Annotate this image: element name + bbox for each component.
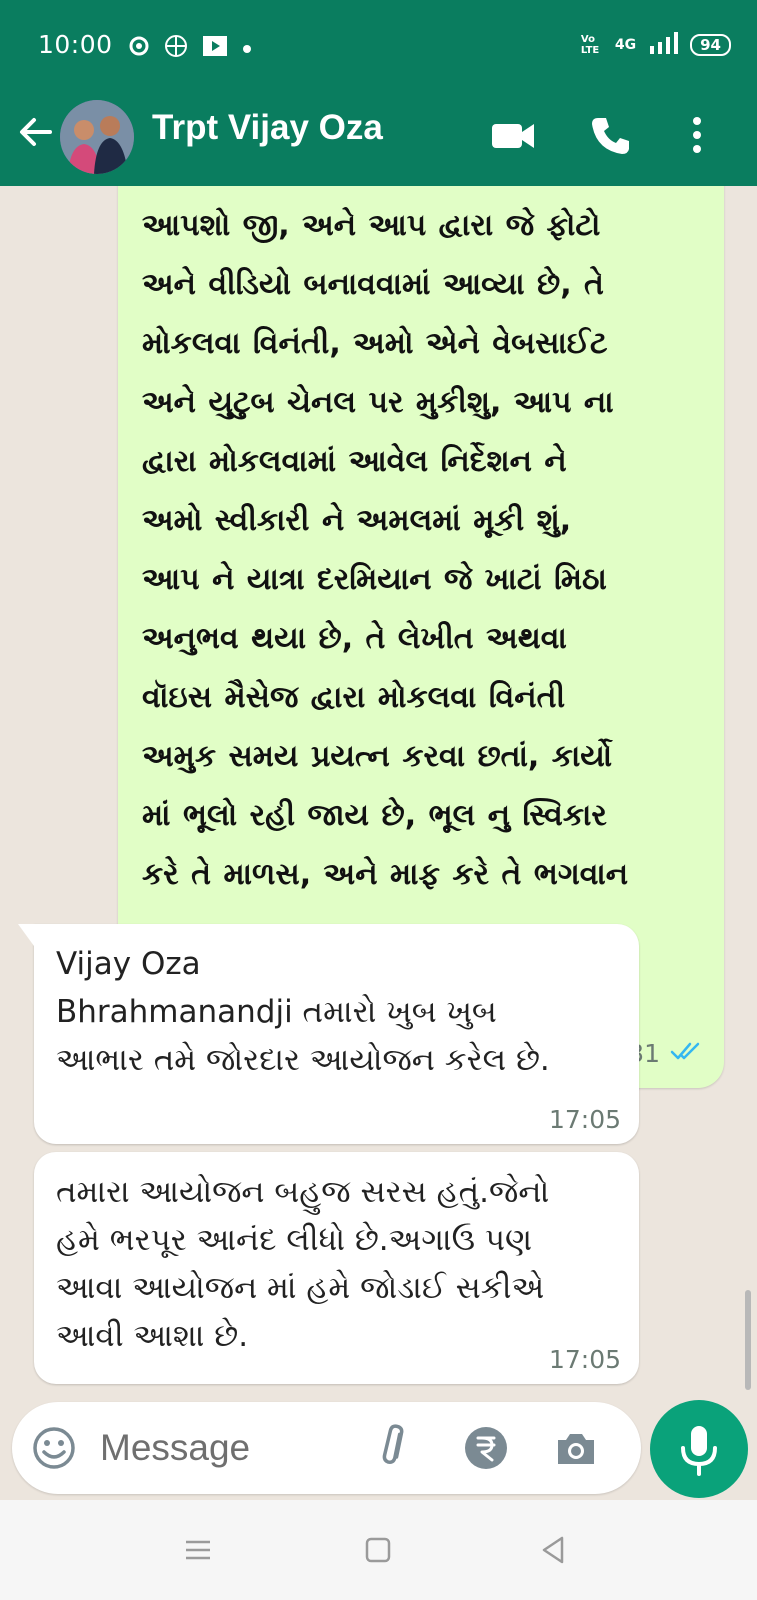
microphone-icon <box>681 1426 717 1476</box>
home-icon[interactable] <box>358 1530 398 1570</box>
more-notifications-dot-icon <box>242 39 252 58</box>
message-composer <box>12 1402 641 1494</box>
back-arrow-icon[interactable] <box>16 112 56 152</box>
message-line: આવા આયોજન માં હમે જોડાઈ સકીએ <box>56 1270 545 1306</box>
message-text: તમારા આયોજન બહુજ સરસ હતું.જેનો હમે ભરપૂર… <box>56 1168 626 1360</box>
signal-icon <box>648 32 679 58</box>
rupee-payment-icon[interactable] <box>462 1424 510 1472</box>
message-line: દ્વારા મોકલવામાં આવેલ નિર્દેશન ને <box>142 444 567 479</box>
message-line: આભાર તમે જોરદાર આયોજન કરેલ છે. <box>56 1042 550 1078</box>
back-triangle-icon[interactable] <box>534 1530 574 1570</box>
status-bar: 10:00 Vo LTE 4G 94 <box>0 0 757 88</box>
video-call-icon[interactable] <box>488 110 538 160</box>
status-right-group: Vo LTE 4G 94 <box>581 32 731 58</box>
volte-label: Vo LTE <box>580 34 600 56</box>
message-text: Vijay Oza Bhrahmanandji તમારો ખુબ ખુબ આભ… <box>56 940 626 1084</box>
camera-icon[interactable] <box>552 1424 600 1472</box>
message-line: આપશો જી, અને આપ દ્વારા જે ફોટો <box>142 208 601 243</box>
bubble-tail <box>18 924 34 946</box>
message-line: Bhrahmanandji તમારો ખુબ ખુબ <box>56 994 497 1030</box>
message-line: માં ભૂલો રહી જાય છે, ભૂલ નુ સ્વિકાર <box>142 798 607 833</box>
message-line: અમુક સમય પ્રયત્ન કરવા છતાં, કાર્યો <box>142 739 613 774</box>
message-line: હમે ભરપૂર આનંદ લીધો છે.અગાઉ પણ <box>56 1222 533 1258</box>
message-line: આપ ને યાત્રા દરમિયાન જે ખાટાં મિઠા <box>142 562 607 597</box>
message-line: તમારા આયોજન બહુજ સરસ હતું.જેનો <box>56 1174 550 1210</box>
message-time: 17:05 <box>548 1345 621 1374</box>
message-line: અનુભવ થયા છે, તે લેખીત અથવા <box>142 621 567 656</box>
contact-name[interactable]: Trpt Vijay Oza <box>152 108 383 148</box>
message-line: અમો સ્વીકારી ને અમલમાં મૂકી શું, <box>142 503 572 538</box>
chat-header: Trpt Vijay Oza <box>0 88 757 186</box>
voice-record-button[interactable] <box>650 1400 748 1498</box>
chat-area[interactable]: આપશો જી, અને આપ દ્વારા જે ફોટો અને વીડિય… <box>0 186 757 1402</box>
status-time: 10:00 <box>38 30 113 59</box>
incoming-message[interactable]: તમારા આયોજન બહુજ સરસ હતું.જેનો હમે ભરપૂર… <box>34 1152 639 1384</box>
emoji-icon[interactable] <box>30 1424 78 1472</box>
scrollbar-thumb[interactable] <box>745 1290 751 1390</box>
message-text: આપશો જી, અને આપ દ્વારા જે ફોટો અને વીડિય… <box>142 196 717 904</box>
status-notification-icons <box>128 34 252 62</box>
battery-indicator: 94 <box>690 34 731 56</box>
attach-paperclip-icon[interactable] <box>372 1424 420 1472</box>
video-player-icon <box>202 34 228 62</box>
read-ticks-icon <box>670 1039 704 1068</box>
network-type-label: 4G <box>614 37 637 53</box>
system-navigation-bar <box>0 1500 757 1600</box>
message-line: Vijay Oza <box>56 946 201 982</box>
more-options-icon[interactable] <box>672 110 722 160</box>
message-line: વૉઇસ મૈસેજ દ્વારા મોકલવા વિનંતી <box>142 680 566 715</box>
message-line: આવી આશા છે. <box>56 1318 249 1354</box>
message-line: મોકલવા વિનંતી, અમો એને વેબસાઈટ <box>142 326 608 361</box>
message-line: અને યુટુબ ચેનલ પર મુકીશુ, આપ ના <box>142 385 614 420</box>
recent-apps-icon[interactable] <box>178 1530 218 1570</box>
incoming-message[interactable]: Vijay Oza Bhrahmanandji તમારો ખુબ ખુબ આભ… <box>18 924 639 1144</box>
voice-call-icon[interactable] <box>586 110 636 160</box>
message-line: કરે તે માળસ, અને માફ કરે તે ભગવાન <box>142 857 629 892</box>
avatar[interactable] <box>60 100 134 174</box>
globe-icon <box>164 34 188 62</box>
message-time: 17:05 <box>548 1105 621 1134</box>
app-notification-icon <box>128 35 150 61</box>
message-input[interactable] <box>100 1422 340 1474</box>
message-line: અને વીડિયો બનાવવામાં આવ્યા છે, તે <box>142 267 604 302</box>
